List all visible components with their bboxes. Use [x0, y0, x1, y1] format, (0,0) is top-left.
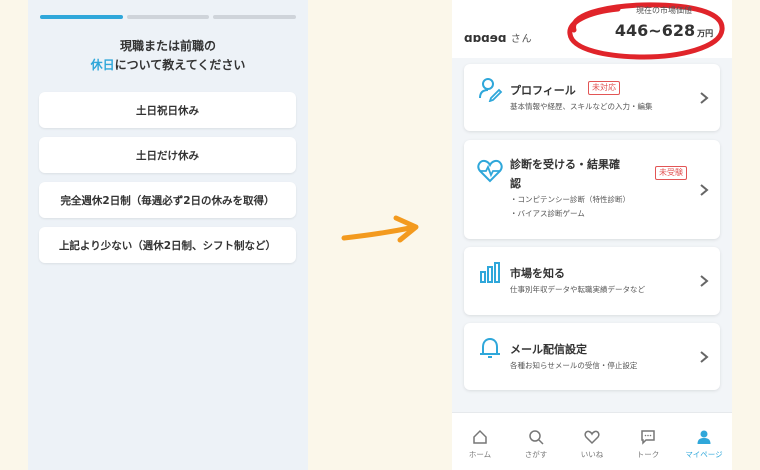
arrow-right-icon	[341, 215, 419, 243]
progress-segment-3	[213, 15, 297, 19]
card-title-line-2: 認	[510, 177, 521, 190]
tab-search[interactable]: さがす	[508, 413, 564, 470]
profile-edit-icon	[479, 78, 503, 102]
tab-label: マイページ	[685, 450, 723, 459]
chevron-right-icon	[700, 92, 709, 104]
heart-icon	[584, 430, 600, 445]
option-button-1[interactable]: 土日祝日休み	[39, 92, 296, 128]
market-value-number: 446~628	[614, 21, 696, 40]
question-line-2-rest: について教えてください	[114, 58, 246, 72]
left-screen: 現職または前職の 休日について教えてください 土日祝日休み 土日だけ休み 完全週…	[28, 0, 308, 470]
card-desc: 基本情報や経歴、スキルなどの入力・編集	[510, 102, 653, 111]
market-value: 446~628 万円	[604, 21, 724, 40]
market-value-label: 現在の市場価値	[636, 6, 692, 15]
card-title-line-1: 診断を受ける・結果確	[510, 158, 620, 171]
bottom-tab-bar: ホーム さがす いいね トーク マイページ	[452, 412, 732, 470]
status-badge: 未対応	[588, 81, 620, 95]
tab-label: ホーム	[468, 450, 492, 459]
tab-mypage[interactable]: マイページ	[676, 413, 732, 470]
home-icon	[473, 429, 487, 444]
tab-label: いいね	[580, 450, 604, 459]
card-desc-line-1: ・コンピテンシー診断（特性診断）	[510, 195, 630, 204]
user-name-text: ɑɒɑɘɑ	[464, 31, 507, 45]
profile-card[interactable]: プロフィール 未対応 基本情報や経歴、スキルなどの入力・編集	[464, 64, 720, 131]
progress-segment-1	[40, 15, 123, 19]
card-desc: ・コンピテンシー診断（特性診断） ・バイアス診断ゲーム	[510, 193, 630, 221]
diagnosis-card[interactable]: 診断を受ける・結果確 認 未受験 ・コンピテンシー診断（特性診断） ・バイアス診…	[464, 140, 720, 239]
bell-icon	[480, 337, 500, 358]
progress-segment-2	[126, 15, 210, 19]
status-badge: 未受験	[655, 166, 687, 180]
card-title: プロフィール	[510, 84, 576, 97]
chevron-right-icon	[700, 275, 709, 287]
bar-chart-icon	[480, 262, 500, 283]
tab-home[interactable]: ホーム	[452, 413, 508, 470]
tab-label: トーク	[636, 450, 660, 459]
question-text: 現職または前職の 休日について教えてください	[28, 37, 308, 75]
right-screen: ɑɒɑɘɑ さん 現在の市場価値 446~628 万円 プロフィール 未対応 基本…	[452, 0, 732, 470]
card-title: メール配信設定	[510, 343, 587, 356]
user-suffix: さん	[510, 34, 533, 45]
tab-label: さがす	[524, 450, 548, 459]
option-button-3[interactable]: 完全週休2日制（毎週必ず2日の休みを取得）	[39, 182, 296, 218]
mail-settings-card[interactable]: メール配信設定 各種お知らせメールの受信・停止設定	[464, 323, 720, 390]
card-title: 診断を受ける・結果確 認	[510, 155, 620, 193]
option-button-2[interactable]: 土日だけ休み	[39, 137, 296, 173]
question-highlight: 休日	[90, 58, 115, 72]
market-value-unit: 万円	[697, 29, 714, 38]
market-card[interactable]: 市場を知る 仕事別年収データや転職実績データなど	[464, 247, 720, 315]
question-line-1: 現職または前職の	[119, 39, 216, 53]
tab-talk[interactable]: トーク	[620, 413, 676, 470]
card-title: 市場を知る	[510, 267, 565, 280]
search-icon	[529, 430, 544, 445]
tab-likes[interactable]: いいね	[564, 413, 620, 470]
card-desc: 各種お知らせメールの受信・停止設定	[510, 361, 638, 370]
progress-bar	[40, 15, 297, 19]
user-name: ɑɒɑɘɑ さん	[464, 30, 533, 45]
question-line-2: 休日について教えてください	[28, 56, 308, 75]
option-button-4[interactable]: 上記より少ない（週休2日制、シフト制など）	[39, 227, 296, 263]
card-desc: 仕事別年収データや転職実績データなど	[510, 285, 645, 294]
chevron-right-icon	[700, 351, 709, 363]
chevron-right-icon	[700, 184, 709, 196]
user-icon	[697, 430, 711, 444]
mypage-header: ɑɒɑɘɑ さん 現在の市場価値 446~628 万円	[452, 0, 732, 60]
chat-icon	[641, 430, 655, 445]
card-desc-line-2: ・バイアス診断ゲーム	[510, 209, 585, 218]
heart-pulse-icon	[477, 159, 503, 183]
